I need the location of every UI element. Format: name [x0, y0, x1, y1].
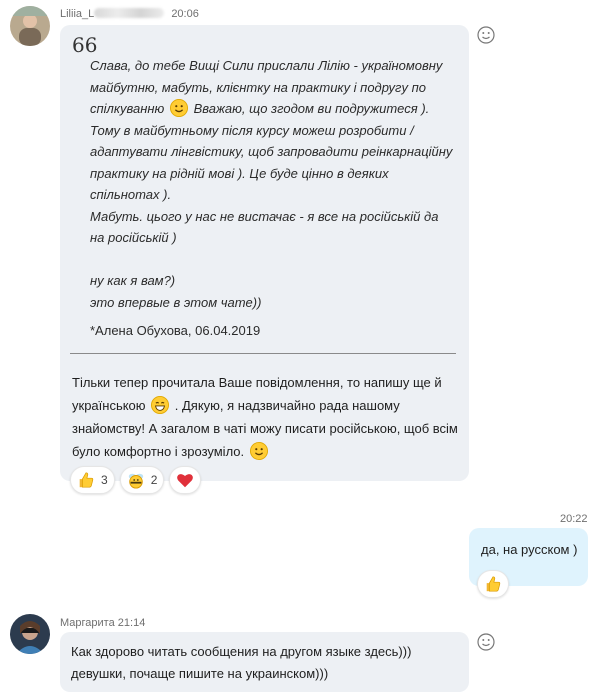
message-time: 21:14 — [117, 617, 146, 629]
quote-line — [90, 249, 460, 271]
add-reaction-icon[interactable] — [476, 632, 496, 652]
quote-line: майбутню, мабуть, клієнтку на практику і… — [90, 79, 426, 95]
quote-line: спільнотах ). — [90, 187, 172, 202]
quote-mark-icon: 66 — [72, 33, 98, 57]
avatar-margarita[interactable] — [10, 614, 50, 654]
avatar-liliia[interactable] — [10, 6, 50, 46]
message-time: 20:22 — [560, 513, 588, 525]
reaction-wasp-emoji[interactable]: 2 — [119, 466, 165, 494]
reactions-bar: 3 2 — [70, 466, 202, 494]
quote-divider — [70, 353, 456, 354]
wasp-emoji-icon — [128, 473, 143, 489]
reply-text: Тільки тепер прочитала Ваше повідомлення… — [72, 371, 460, 463]
thumbs-up-icon — [486, 576, 501, 592]
message-text: Как здорово читать сообщения на другом я… — [71, 644, 412, 681]
reaction-heart[interactable] — [169, 466, 202, 494]
quoted-message: Слава, до тебе Вищі Сили прислали Лілію … — [90, 55, 460, 313]
sender-name: Маргарита — [60, 617, 115, 629]
message-meta: Маргарита 21:14 — [60, 617, 145, 629]
quote-line-part: спілкуванню — [90, 101, 165, 116]
reaction-thumbs-up[interactable]: 3 — [70, 466, 115, 494]
quote-line: Тому в майбутньому після курсу можеш роз… — [90, 122, 414, 138]
reaction-count: 2 — [150, 473, 158, 487]
quote-line: адаптувати лінгвістику, щоб запровадити … — [90, 144, 453, 159]
quote-author: *Алена Обухова, 06.04.2019 — [90, 323, 261, 338]
add-reaction-icon[interactable] — [476, 25, 496, 45]
quote-line: практику на рідній мові ). Це буде цінно… — [90, 165, 389, 181]
reaction-thumbs-up[interactable] — [477, 570, 509, 598]
message-meta: Liliia_L 20:06 — [60, 8, 199, 20]
message-time: 20:06 — [171, 8, 199, 20]
message-text: да, на русском ) — [481, 542, 578, 557]
quote-line: это впервые в этом чате)) — [90, 294, 262, 310]
quote-line: ну как я вам?) — [90, 273, 176, 288]
reactions-bar — [477, 570, 509, 598]
sender-name: Liliia_L — [60, 8, 95, 20]
quote-line: Мабуть. цього у нас не вистачає - я все … — [90, 208, 439, 224]
thumbs-up-icon — [79, 472, 94, 488]
redacted-name-blur — [94, 8, 165, 18]
smile-emoji-icon — [169, 99, 188, 117]
quote-line: Слава, до тебе Вищі Сили прислали Лілію … — [90, 58, 443, 73]
heart-icon — [177, 474, 194, 488]
smile-emoji-icon — [249, 442, 268, 460]
grin-emoji-icon — [151, 396, 170, 414]
quote-line: спілкуванню Вважаю, що згодом ви подружи… — [90, 98, 460, 120]
quote-line: на російській ) — [90, 230, 177, 245]
reaction-count: 3 — [101, 473, 108, 487]
quote-line-part: Вважаю, що згодом ви подружитеся ). — [193, 101, 430, 116]
